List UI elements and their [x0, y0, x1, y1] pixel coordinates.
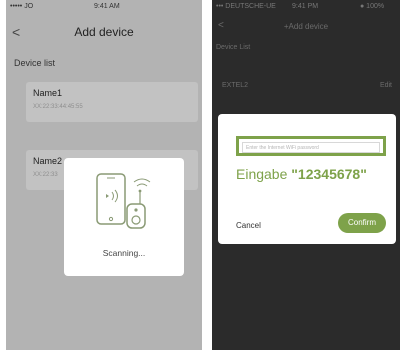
wifi-password-dialog: Eingabe "12345678" Cancel Confirm — [218, 114, 396, 244]
device-list-label: Device List — [216, 44, 251, 51]
time-label: 9:41 AM — [94, 3, 120, 10]
device-card[interactable]: Name1 XX:22:33:44:45:55 — [26, 82, 198, 122]
page-title: +Add device — [283, 22, 329, 31]
battery-label: ● 100% — [360, 3, 385, 10]
password-hint: Eingabe "12345678" — [236, 166, 367, 182]
device-name: Name1 — [33, 88, 63, 98]
device-name: Name2 — [33, 156, 63, 166]
page-title: Add device — [74, 25, 134, 39]
phone-device-scan-icon — [96, 173, 151, 229]
carrier-label: ••••• JO — [10, 3, 34, 10]
confirm-button[interactable]: Confirm — [338, 213, 386, 233]
wifi-password-input[interactable] — [242, 142, 380, 153]
wifi-list-item[interactable]: EXTEL2 Edit — [212, 78, 400, 98]
device-list-label: Device list — [14, 58, 56, 68]
status-bar: ••• DEUTSCHE-UE 9:41 PM ● 100% — [212, 0, 400, 14]
device-mac: XX:22:33 — [33, 172, 58, 178]
carrier-label: ••• DEUTSCHE-UE — [216, 3, 276, 10]
scanning-dialog: Scanning... — [64, 158, 184, 276]
wifi-edit-link[interactable]: Edit — [380, 82, 392, 89]
password-field-highlight — [236, 136, 386, 156]
wifi-ssid: EXTEL2 — [222, 82, 249, 89]
time-label: 9:41 PM — [292, 3, 319, 10]
nav-bar: < Add device — [6, 14, 202, 50]
right-phone-screen: ••• DEUTSCHE-UE 9:41 PM ● 100% < +Add de… — [212, 0, 400, 350]
hint-prefix: Eingabe — [236, 166, 292, 182]
status-bar: ••••• JO 9:41 AM — [6, 0, 202, 14]
device-mac: XX:22:33:44:45:55 — [33, 104, 83, 110]
hint-value: "12345678" — [291, 166, 367, 182]
cancel-button[interactable]: Cancel — [236, 221, 261, 230]
left-phone-screen: ••••• JO 9:41 AM < Add device Device lis… — [6, 0, 202, 350]
scanning-text: Scanning... — [102, 248, 146, 258]
